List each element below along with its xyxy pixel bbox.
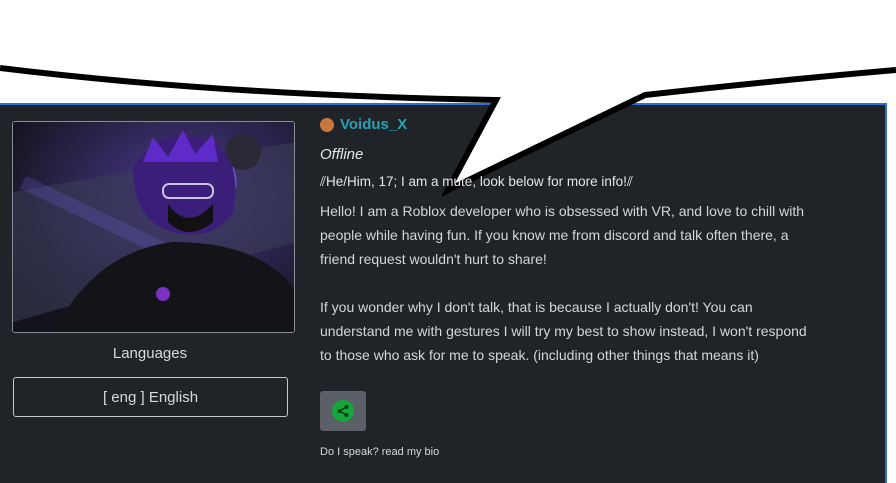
username-row: Voidus_X: [320, 116, 407, 133]
status-indicator: [320, 117, 334, 132]
share-button[interactable]: [320, 391, 366, 431]
languages-label: Languages: [112, 345, 188, 362]
profile-bio: Hello! I am a Roblox developer who is ob…: [320, 199, 810, 367]
username-link[interactable]: Voidus_X: [340, 116, 407, 133]
share-icon: [332, 400, 354, 422]
language-entry: [ eng ] English: [13, 377, 288, 417]
speech-bubble-overlay: [0, 0, 896, 197]
presence-status: Offline: [320, 146, 364, 163]
bio-paragraph: Hello! I am a Roblox developer who is ob…: [320, 203, 805, 267]
share-caption: Do I speak? read my bio: [320, 446, 440, 458]
profile-tagline: ⫽He/Him, 17; I am a mute, look below for…: [320, 174, 633, 189]
bio-paragraph: If you wonder why I don't talk, that is …: [320, 299, 807, 363]
